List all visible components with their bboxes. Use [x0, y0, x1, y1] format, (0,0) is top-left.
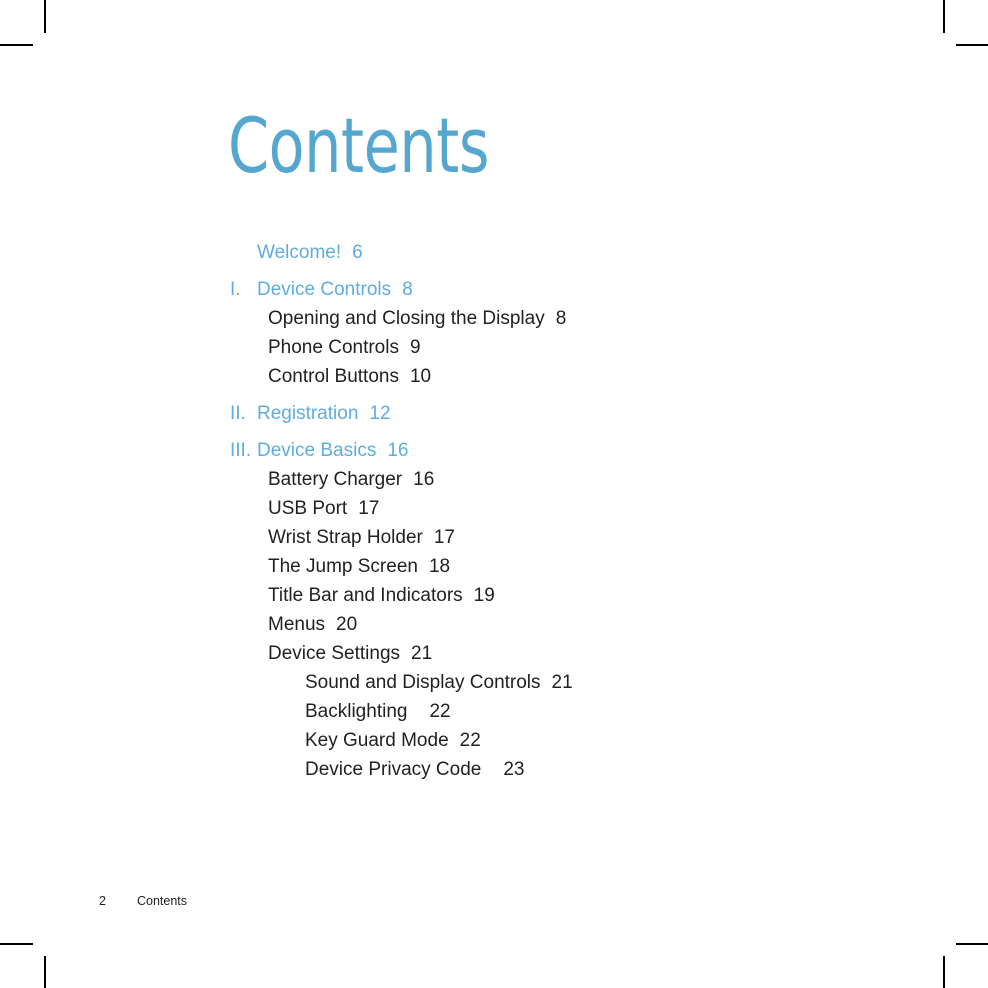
crop-mark-top-right-horizontal [956, 44, 988, 46]
toc-entry-page-number: 16 [387, 440, 409, 461]
toc-entry[interactable]: Menus 20 [268, 610, 988, 639]
toc-entry-label: Registration [257, 403, 359, 424]
toc-entry-number: II. [230, 403, 246, 424]
toc-entry[interactable]: Welcome! 6 [230, 238, 988, 267]
toc-entry[interactable]: Wrist Strap Holder 17 [268, 523, 988, 552]
toc-entry-label: The Jump Screen [268, 556, 418, 577]
footer-section-label: Contents [137, 894, 188, 908]
toc-entry-page-number: 23 [503, 759, 525, 780]
crop-mark-top-left-horizontal [0, 44, 33, 46]
toc-entry-page-number: 12 [369, 403, 391, 424]
toc-entry[interactable]: II. Registration 12 [230, 399, 988, 428]
toc-entry-label: Title Bar and Indicators [268, 585, 463, 606]
toc-entry-number: III. [230, 440, 252, 461]
toc-entry-label: Sound and Display Controls [305, 672, 541, 693]
toc-entry-page-number: 8 [555, 308, 567, 329]
toc-entry[interactable]: I. Device Controls 8 [230, 275, 988, 304]
table-of-contents: Welcome! 6 I. Device Controls 8 Opening and C… [0, 238, 988, 784]
toc-entry-label: Opening and Closing the Display [268, 308, 545, 329]
toc-entry-page-number: 20 [336, 614, 358, 635]
toc-entry-label: Phone Controls [268, 337, 399, 358]
toc-entry-label: Control Buttons [268, 366, 399, 387]
toc-entry-label: Device Controls [257, 279, 392, 300]
toc-entry-page-number: 21 [411, 643, 433, 664]
toc-entry-page-number: 6 [352, 242, 363, 263]
toc-entry-page-number: 21 [551, 672, 573, 693]
toc-entry-label: USB Port [268, 498, 348, 519]
crop-mark-bottom-left-vertical [44, 956, 46, 988]
toc-entry[interactable]: Control Buttons 10 [268, 362, 988, 391]
crop-mark-top-left-vertical [44, 0, 46, 33]
toc-entry-page-number: 22 [459, 730, 481, 751]
toc-entry-label: Device Basics [257, 440, 377, 461]
toc-entry-label: Wrist Strap Holder [268, 527, 423, 548]
toc-entry[interactable]: Phone Controls 9 [268, 333, 988, 362]
toc-entry-label: Menus [268, 614, 326, 635]
toc-entry[interactable]: Sound and Display Controls 21 [305, 668, 988, 697]
page-title: Contents [228, 101, 490, 190]
toc-entry[interactable]: Device Settings 21 [268, 639, 988, 668]
toc-entry-page-number: 18 [428, 556, 451, 577]
toc-entry-page-number: 22 [429, 701, 451, 722]
toc-entry-label: Battery Charger [268, 469, 403, 490]
toc-entry[interactable]: Backlighting 22 [305, 697, 988, 726]
footer-page-number: 2 [99, 894, 106, 908]
toc-entry-label: Device Settings [268, 643, 401, 664]
toc-entry-number: I. [230, 279, 241, 300]
page-footer: 2 Contents [99, 893, 187, 909]
crop-mark-bottom-right-horizontal [956, 943, 988, 945]
crop-mark-top-right-vertical [943, 0, 945, 33]
toc-entry[interactable]: Key Guard Mode 22 [305, 726, 988, 755]
toc-entry-label: Key Guard Mode [305, 730, 449, 751]
toc-entry-page-number: 17 [433, 527, 455, 548]
toc-entry-page-number: 8 [402, 279, 413, 300]
toc-entry-label: Device Privacy Code [305, 759, 482, 780]
crop-mark-bottom-right-vertical [943, 956, 945, 988]
toc-entry[interactable]: Opening and Closing the Display 8 [268, 304, 988, 333]
toc-entry[interactable]: Device Privacy Code 23 [305, 755, 988, 784]
toc-entry-page-number: 17 [358, 498, 380, 519]
toc-entry-page-number: 10 [409, 366, 432, 387]
toc-entry[interactable]: USB Port 17 [268, 494, 988, 523]
toc-entry[interactable]: Battery Charger 16 [268, 465, 988, 494]
toc-entry-page-number: 9 [409, 337, 421, 358]
toc-entry[interactable]: III. Device Basics 16 [230, 436, 988, 465]
toc-entry[interactable]: The Jump Screen 18 [268, 552, 988, 581]
crop-mark-bottom-left-horizontal [0, 943, 33, 945]
document-page: Contents Welcome! 6 I. Device Controls 8 Open… [0, 0, 988, 988]
toc-entry[interactable]: Title Bar and Indicators 19 [268, 581, 988, 610]
toc-entry-page-number: 19 [473, 585, 495, 606]
toc-entry-page-number: 16 [413, 469, 435, 490]
toc-entry-label: Welcome! [257, 242, 342, 263]
toc-entry-label: Backlighting [305, 701, 408, 722]
